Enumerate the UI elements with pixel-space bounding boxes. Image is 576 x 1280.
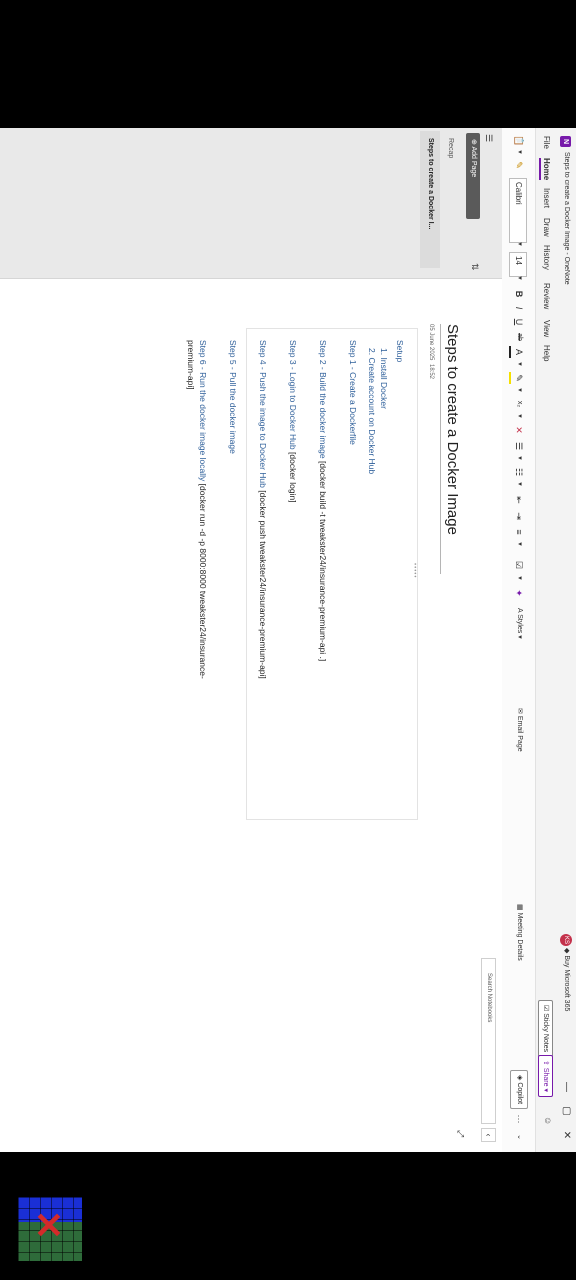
subscript-icon[interactable]: x₂ <box>511 398 527 410</box>
sticky-notes-label: Sticky Notes <box>542 1013 549 1053</box>
add-page-label: Add Page <box>470 146 477 178</box>
buy-label: Buy Microsoft 365 <box>563 955 570 1012</box>
font-dropdown-icon[interactable]: ▾ <box>511 240 527 248</box>
step-6-line-cont[interactable]: premium-api] <box>186 340 196 390</box>
more-options-button[interactable]: ··· <box>511 1112 527 1126</box>
strikethrough-button[interactable]: ab <box>511 330 527 344</box>
numbered-dropdown-icon[interactable]: ▾ <box>511 480 527 488</box>
italic-button[interactable]: I <box>511 302 527 314</box>
maximize-button[interactable]: ▢ <box>558 1102 574 1120</box>
avatar[interactable]: KS <box>560 934 572 946</box>
page-date: 05 June 2025 <box>428 324 434 361</box>
list-item[interactable]: 2. Create account on Docker Hub <box>367 348 377 474</box>
add-page-button[interactable]: ⊕ Add Page <box>466 133 480 219</box>
step-1-line[interactable]: Step 1 - Create a Dockerfile <box>348 340 358 445</box>
tab-draw[interactable]: Draw <box>542 218 551 237</box>
sort-icon[interactable]: ⇅ <box>469 263 480 271</box>
fullscreen-icon[interactable]: ⤢ <box>455 1130 466 1137</box>
align-icon[interactable]: ≡ <box>511 526 527 538</box>
close-button[interactable]: ✕ <box>558 1126 574 1144</box>
minimize-button[interactable]: — <box>558 1078 574 1096</box>
meeting-details-label: Meeting Details <box>516 912 523 961</box>
step-4-text: Step 4 - Push the image to Docker Hub <box>258 340 268 488</box>
copilot-button[interactable]: ◈ Copilot <box>510 1070 528 1110</box>
step-2-text: Step 2 - Build the docker image <box>318 340 328 459</box>
ribbon-collapse-icon[interactable]: ⌄ <box>511 1132 527 1142</box>
menu-bar <box>536 128 554 1152</box>
onenote-window: N Steps to create a Docker Image - OneNo… <box>0 128 576 1152</box>
numbered-list-icon[interactable]: ☷ <box>511 466 527 478</box>
search-notebooks-input[interactable]: Search Notebooks <box>481 958 496 1124</box>
tag-icon[interactable]: ☑ <box>511 558 527 572</box>
styles-button[interactable]: A Styles ▾ <box>511 608 527 648</box>
align-dropdown-icon[interactable]: ▾ <box>511 540 527 548</box>
container-grip[interactable]: ••••• <box>411 563 417 579</box>
copilot-label: Copilot <box>516 1082 523 1105</box>
setup-heading[interactable]: Setup <box>395 340 405 362</box>
email-page-button[interactable]: ✉ Email Page <box>511 708 527 774</box>
collapse-icon[interactable]: ‹ <box>481 1128 496 1142</box>
step-3-line[interactable]: Step 3 - Login to Docker Hub [docker log… <box>288 340 298 503</box>
page-title[interactable]: Steps to create a Docker Image <box>444 324 461 535</box>
tab-view[interactable]: View <box>542 320 551 337</box>
page-time: 18:52 <box>428 364 434 380</box>
tab-home[interactable]: Home <box>539 158 551 181</box>
meeting-details-button[interactable]: ▦ Meeting Details <box>511 904 527 992</box>
underline-button[interactable]: U <box>511 316 527 328</box>
list-item[interactable]: 1. Install Docker <box>379 348 389 409</box>
bullet-dropdown-icon[interactable]: ▾ <box>511 454 527 462</box>
step-5-line[interactable]: Step 5 - Pull the docker image <box>228 340 238 454</box>
step-2-line[interactable]: Step 2 - Build the docker image [docker … <box>318 340 328 661</box>
onenote-app-icon: N <box>560 136 571 147</box>
step-4-line[interactable]: Step 4 - Push the image to Docker Hub [d… <box>258 340 268 679</box>
page-item-recap[interactable]: Recap <box>447 138 454 158</box>
step-4-command: [docker push tweakster24/insurance-premi… <box>258 490 268 679</box>
font-size: 14 <box>514 256 523 265</box>
highlight-dropdown-icon[interactable]: ▾ <box>511 386 527 394</box>
step-6-command: [docker run -d -p 8000:8000 tweakster24/… <box>198 483 208 679</box>
note-container[interactable] <box>246 328 418 820</box>
styles-label: Styles <box>516 614 523 634</box>
bold-button[interactable]: B <box>511 288 527 300</box>
increase-indent-icon[interactable]: ⇥ <box>511 510 527 522</box>
sticky-notes-button[interactable]: ☑ Sticky Notes <box>538 1000 553 1058</box>
font-name-box[interactable]: Calibri <box>509 178 527 243</box>
step-2-command: [docker build -t tweakster24/insurance-p… <box>318 460 328 662</box>
format-painter-icon[interactable]: ✎ <box>511 158 527 172</box>
share-label: Share <box>542 1067 549 1087</box>
step-6-text: Step 6 - Run the docker image locally <box>198 340 208 482</box>
tab-history[interactable]: History <box>542 245 551 270</box>
decrease-indent-icon[interactable]: ⇤ <box>511 494 527 506</box>
email-page-label: Email Page <box>516 715 523 752</box>
clear-formatting-icon[interactable]: ✕ <box>511 424 527 436</box>
tag-dropdown-icon[interactable]: ▾ <box>511 574 527 582</box>
paste-dropdown-icon[interactable]: ▾ <box>511 149 527 155</box>
size-dropdown-icon[interactable]: ▾ <box>511 274 527 282</box>
feedback-icon[interactable]: ☺ <box>543 1116 553 1125</box>
bullet-list-icon[interactable]: ☰ <box>511 440 527 452</box>
tab-file[interactable]: File <box>542 136 551 149</box>
step-3-command: [docker login] <box>288 452 298 503</box>
x-mark-icon: ✕ <box>33 1205 65 1246</box>
paste-icon[interactable]: 📋 <box>511 134 527 148</box>
tab-help[interactable]: Help <box>542 345 551 361</box>
buy-microsoft-365-button[interactable]: ◆ Buy Microsoft 365 <box>563 948 571 1011</box>
title-underline <box>440 324 441 574</box>
dictate-icon[interactable]: ✦ <box>511 586 527 600</box>
step-6-line[interactable]: Step 6 - Run the docker image locally [d… <box>198 340 208 679</box>
window-title: Steps to create a Docker Image - OneNote <box>563 152 570 285</box>
tab-review[interactable]: Review <box>542 283 551 309</box>
font-color-icon[interactable]: A <box>509 346 527 358</box>
tab-insert[interactable]: Insert <box>542 188 551 208</box>
phone-screen: N Steps to create a Docker Image - OneNo… <box>0 0 576 1280</box>
subscript-dropdown-icon[interactable]: ▾ <box>511 412 527 420</box>
font-name: Calibri <box>514 182 523 205</box>
page-item-current[interactable]: Steps to create a Docker I... <box>427 138 434 229</box>
share-button[interactable]: ⇪ Share ▾ <box>538 1055 553 1097</box>
hamburger-icon[interactable]: ☰ <box>483 134 494 142</box>
step-3-text: Step 3 - Login to Docker Hub <box>288 340 298 450</box>
highlight-icon[interactable]: ✎ <box>509 372 527 384</box>
font-color-dropdown-icon[interactable]: ▾ <box>511 360 527 368</box>
